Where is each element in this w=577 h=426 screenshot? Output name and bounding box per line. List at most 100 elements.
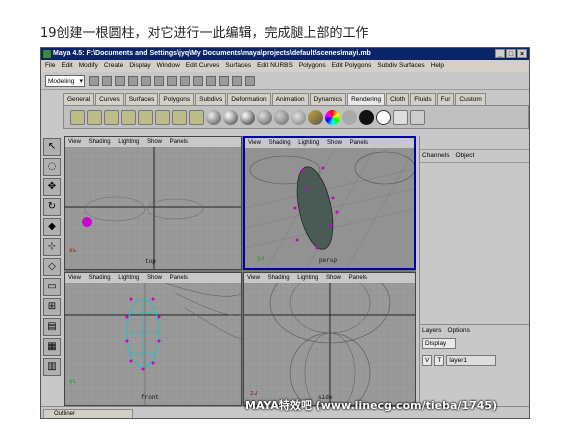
surface-shader-icon[interactable] xyxy=(342,109,357,125)
tab-curves[interactable]: Curves xyxy=(95,93,124,105)
viewport-front[interactable]: View Shading Lighting Show Panels y↳ fro… xyxy=(64,272,242,406)
maximize-button[interactable]: □ xyxy=(506,49,516,58)
viewport-menu-view[interactable]: View xyxy=(68,139,81,145)
menu-options[interactable]: Options xyxy=(448,327,470,334)
camera-aim-icon[interactable] xyxy=(189,109,204,125)
select-tool-icon[interactable]: ↖ xyxy=(43,138,61,156)
history-icon[interactable] xyxy=(206,76,216,86)
minimize-button[interactable]: _ xyxy=(495,49,505,58)
volume-light-icon[interactable] xyxy=(155,109,170,125)
render-globals-icon[interactable] xyxy=(245,76,255,86)
layered-shader-icon[interactable] xyxy=(291,109,306,125)
tab-animation[interactable]: Animation xyxy=(271,93,309,105)
tab-polygons[interactable]: Polygons xyxy=(159,93,195,105)
layer-row[interactable]: V T layer1 xyxy=(422,355,497,366)
close-button[interactable]: × xyxy=(517,49,527,58)
tab-subdivs[interactable]: Subdivs xyxy=(195,93,227,105)
select-object-icon[interactable] xyxy=(141,76,151,86)
viewport-menu-panels[interactable]: Panels xyxy=(170,139,188,145)
viewport-menu-show[interactable]: Show xyxy=(147,139,162,145)
viewport-menu-shading[interactable]: Shading xyxy=(89,275,111,281)
viewport-menu-shading[interactable]: Shading xyxy=(268,275,290,281)
layer-type-dropdown[interactable]: Display xyxy=(422,338,456,349)
layer-name[interactable]: layer1 xyxy=(446,355,497,366)
viewport-menu-view[interactable]: View xyxy=(68,275,81,281)
render-view-icon[interactable] xyxy=(410,109,425,125)
menu-edit[interactable]: Edit xyxy=(61,60,72,72)
menu-subdiv-surfaces[interactable]: Subdiv Surfaces xyxy=(377,60,424,72)
viewport-menu-view[interactable]: View xyxy=(248,140,261,146)
menu-modify[interactable]: Modify xyxy=(79,60,98,72)
viewport-top[interactable]: View Shading Lighting Show Panels x↳ top xyxy=(64,136,242,270)
outliner-window[interactable]: Outliner xyxy=(43,409,133,418)
menu-help[interactable]: Help xyxy=(431,60,444,72)
mode-selector[interactable]: Modeling xyxy=(45,75,85,87)
menu-surfaces[interactable]: Surfaces xyxy=(225,60,251,72)
point-light-icon[interactable] xyxy=(104,109,119,125)
menu-edit-curves[interactable]: Edit Curves xyxy=(186,60,220,72)
ambient-light-icon[interactable] xyxy=(70,109,85,125)
single-view-layout-icon[interactable]: ▭ xyxy=(43,278,61,296)
viewport-menu-view[interactable]: View xyxy=(247,275,260,281)
tab-custom[interactable]: Custom xyxy=(455,93,486,105)
hypershade-icon[interactable] xyxy=(393,109,408,125)
menu-create[interactable]: Create xyxy=(104,60,124,72)
viewport-menu-panels[interactable]: Panels xyxy=(350,140,368,146)
tab-dynamics[interactable]: Dynamics xyxy=(309,93,347,105)
lasso-tool-icon[interactable]: ◌ xyxy=(43,158,61,176)
select-hierarchy-icon[interactable] xyxy=(128,76,138,86)
menu-channels[interactable]: Channels xyxy=(422,152,449,159)
shading-map-icon[interactable] xyxy=(325,109,340,125)
tab-general[interactable]: General xyxy=(63,93,95,105)
select-component-icon[interactable] xyxy=(154,76,164,86)
snap-curve-icon[interactable] xyxy=(180,76,190,86)
phong-material-icon[interactable] xyxy=(240,109,255,125)
tab-fur[interactable]: Fur xyxy=(436,93,455,105)
menu-layers[interactable]: Layers xyxy=(422,327,442,334)
ipr-render-icon[interactable] xyxy=(232,76,242,86)
snap-point-icon[interactable] xyxy=(193,76,203,86)
menu-polygons[interactable]: Polygons xyxy=(299,60,326,72)
show-manipulator-icon[interactable]: ◇ xyxy=(43,258,61,276)
tab-cloth[interactable]: Cloth xyxy=(386,93,410,105)
viewport-menu-shading[interactable]: Shading xyxy=(89,139,111,145)
tab-deformation[interactable]: Deformation xyxy=(227,93,271,105)
menu-object[interactable]: Object xyxy=(455,152,474,159)
ramp-shader-icon[interactable] xyxy=(308,109,323,125)
directional-light-icon[interactable] xyxy=(87,109,102,125)
viewport-persp[interactable]: View Shading Lighting Show Panels y↲ per… xyxy=(243,136,416,270)
phong-e-material-icon[interactable] xyxy=(257,109,272,125)
menu-display[interactable]: Display xyxy=(129,60,150,72)
viewport-menu-panels[interactable]: Panels xyxy=(170,275,188,281)
hypergraph-layout-icon[interactable]: ▥ xyxy=(43,358,61,376)
blinn-material-icon[interactable] xyxy=(223,109,238,125)
viewport-menu-show[interactable]: Show xyxy=(147,275,162,281)
layer-visibility-toggle[interactable]: V xyxy=(422,355,433,366)
scale-tool-icon[interactable]: ◆ xyxy=(43,218,61,236)
menu-window[interactable]: Window xyxy=(157,60,180,72)
viewport-menu-lighting[interactable]: Lighting xyxy=(118,275,139,281)
move-tool-icon[interactable]: ✥ xyxy=(43,178,61,196)
anisotropic-material-icon[interactable] xyxy=(274,109,289,125)
viewport-menu-lighting[interactable]: Lighting xyxy=(297,275,318,281)
menu-edit-nurbs[interactable]: Edit NURBS xyxy=(257,60,293,72)
tab-fluids[interactable]: Fluids xyxy=(410,93,436,105)
tab-rendering[interactable]: Rendering xyxy=(347,93,386,105)
viewport-menu-lighting[interactable]: Lighting xyxy=(118,139,139,145)
ocean-shader-icon[interactable] xyxy=(376,109,391,125)
viewport-menu-shading[interactable]: Shading xyxy=(269,140,291,146)
open-scene-icon[interactable] xyxy=(102,76,112,86)
lambert-material-icon[interactable] xyxy=(206,109,221,125)
tab-surfaces[interactable]: Surfaces xyxy=(124,93,159,105)
menu-edit-polygons[interactable]: Edit Polygons xyxy=(332,60,372,72)
graph-layout-icon[interactable]: ▦ xyxy=(43,338,61,356)
menu-file[interactable]: File xyxy=(45,60,55,72)
save-scene-icon[interactable] xyxy=(115,76,125,86)
manipulator-tool-icon[interactable]: ⊹ xyxy=(43,238,61,256)
viewport-menu-lighting[interactable]: Lighting xyxy=(298,140,319,146)
viewport-side[interactable]: View Shading Lighting Show Panels z↲ sid… xyxy=(243,272,416,406)
viewport-menu-show[interactable]: Show xyxy=(326,275,341,281)
spot-light-icon[interactable] xyxy=(121,109,136,125)
use-background-icon[interactable] xyxy=(359,109,374,125)
new-scene-icon[interactable] xyxy=(89,76,99,86)
